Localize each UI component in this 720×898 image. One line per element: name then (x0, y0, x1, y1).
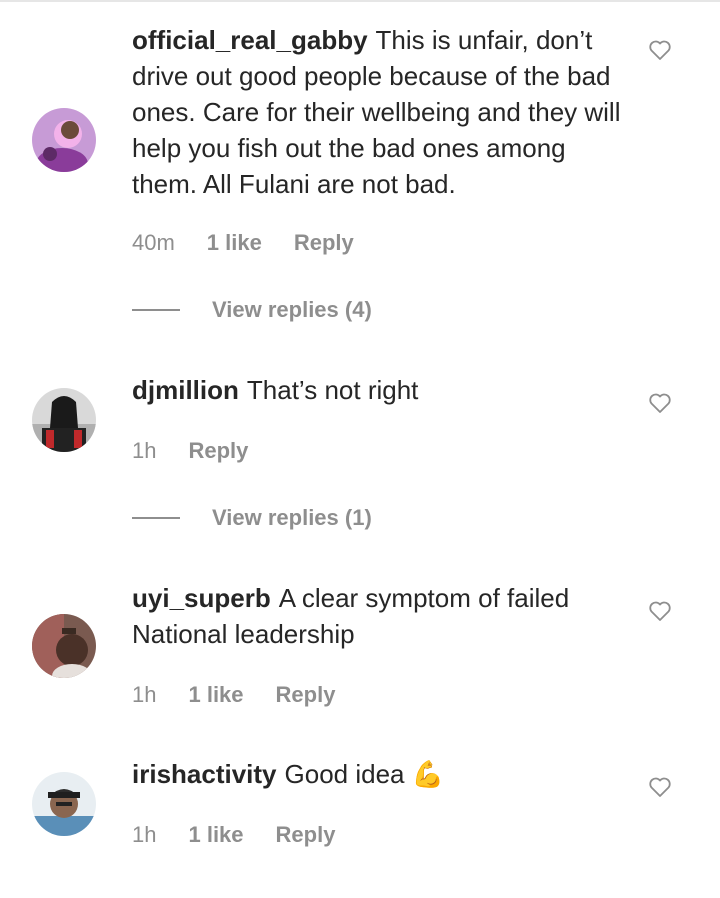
replies-divider (132, 309, 180, 311)
likes-count[interactable]: 1 like (188, 822, 243, 848)
top-divider (0, 0, 720, 2)
avatar[interactable] (32, 108, 96, 172)
view-replies-label[interactable]: View replies (1) (212, 505, 372, 531)
comment-time: 1h (132, 682, 157, 707)
comment-meta: 40m 1 like Reply (132, 230, 386, 256)
heart-outline-icon[interactable] (648, 391, 672, 415)
comment-meta: 1h Reply (132, 438, 280, 464)
avatar[interactable] (32, 614, 96, 678)
comment-text: uyi_superb A clear symptom of failed Nati… (132, 580, 632, 652)
reply-button[interactable]: Reply (276, 822, 336, 848)
view-replies-label[interactable]: View replies (4) (212, 297, 372, 323)
comment-username[interactable]: djmillion (132, 375, 239, 405)
comment-text: official_real_gabby This is unfair, don’t… (132, 22, 632, 202)
comment-text: djmillion That’s not right (132, 372, 632, 408)
likes-count[interactable]: 1 like (207, 230, 262, 256)
heart-outline-icon[interactable] (648, 599, 672, 623)
comment-username[interactable]: irishactivity (132, 759, 277, 789)
reply-button[interactable]: Reply (276, 682, 336, 708)
comment-time: 1h (132, 438, 157, 463)
view-replies-button[interactable]: View replies (1) (132, 505, 372, 531)
comment-time: 1h (132, 822, 157, 847)
reply-button[interactable]: Reply (188, 438, 248, 464)
comment-body: That’s not right (246, 375, 419, 405)
view-replies-button[interactable]: View replies (4) (132, 297, 372, 323)
flexed-biceps-emoji: 💪 (411, 760, 445, 790)
comment-time: 40m (132, 230, 175, 255)
heart-outline-icon[interactable] (648, 38, 672, 62)
comment-meta: 1h 1 like Reply (132, 682, 367, 708)
avatar[interactable] (32, 388, 96, 452)
replies-divider (132, 517, 180, 519)
likes-count[interactable]: 1 like (188, 682, 243, 708)
comment-username[interactable]: uyi_superb (132, 583, 271, 613)
heart-outline-icon[interactable] (648, 775, 672, 799)
comment-meta: 1h 1 like Reply (132, 822, 367, 848)
reply-button[interactable]: Reply (294, 230, 354, 256)
comment-text: irishactivity Good idea 💪 (132, 756, 632, 793)
avatar[interactable] (32, 772, 96, 836)
comment-body: Good idea (284, 759, 405, 789)
comment-username[interactable]: official_real_gabby (132, 25, 368, 55)
